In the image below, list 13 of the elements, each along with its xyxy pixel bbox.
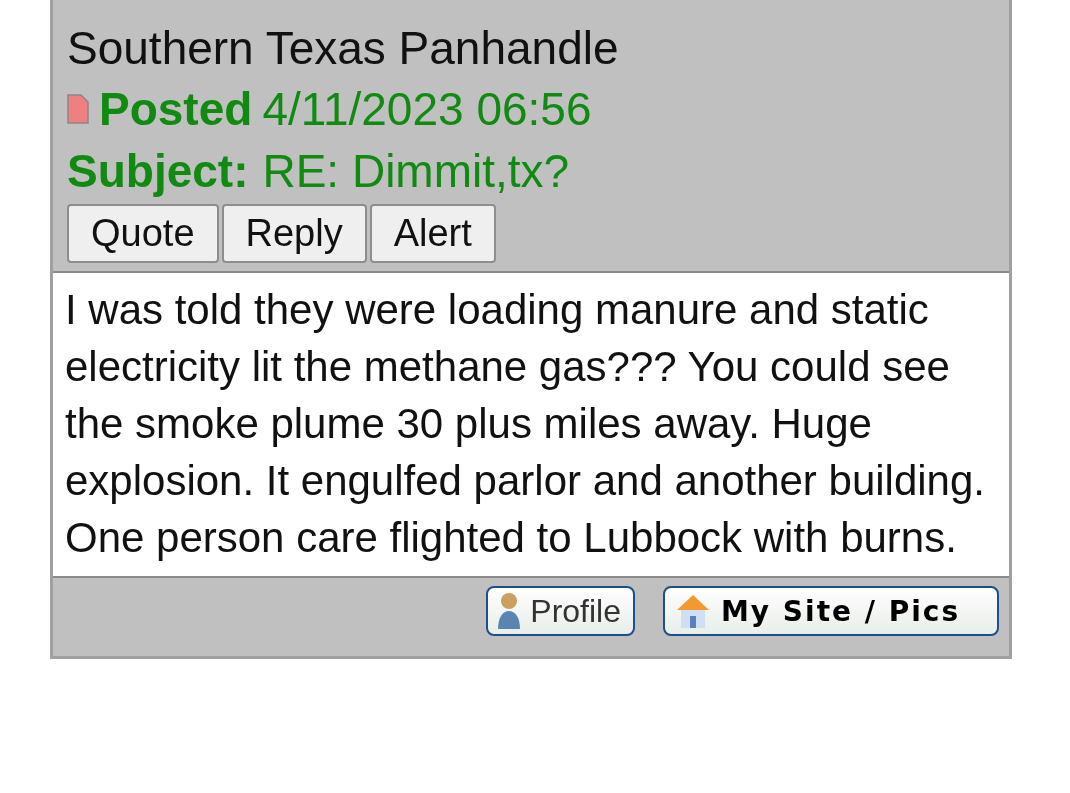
subject-label: Subject: xyxy=(67,144,249,199)
posted-label: Posted xyxy=(99,82,253,137)
document-icon xyxy=(67,94,89,124)
profile-button[interactable]: Profile xyxy=(486,586,635,636)
action-button[interactable]: Alert xyxy=(369,204,496,263)
post-body: I was told they were loading manure and static electricity lit the methane gas??? You could see the smoke plume 30 plus miles away. Huge explosion. It engulfed parlor and another building. One person care flighted to Lubbock with burns. xyxy=(53,273,1009,576)
action-button[interactable]: Reply xyxy=(221,204,367,263)
person-icon xyxy=(496,591,523,631)
site-button[interactable]: My Site / Pics xyxy=(663,586,999,636)
posted-date: 4/11/2023 06:56 xyxy=(262,82,592,137)
action-button[interactable]: Quote xyxy=(67,204,219,263)
author-location: Southern Texas Panhandle xyxy=(67,21,620,76)
post-subject: RE: Dimmit,tx? xyxy=(262,144,570,199)
